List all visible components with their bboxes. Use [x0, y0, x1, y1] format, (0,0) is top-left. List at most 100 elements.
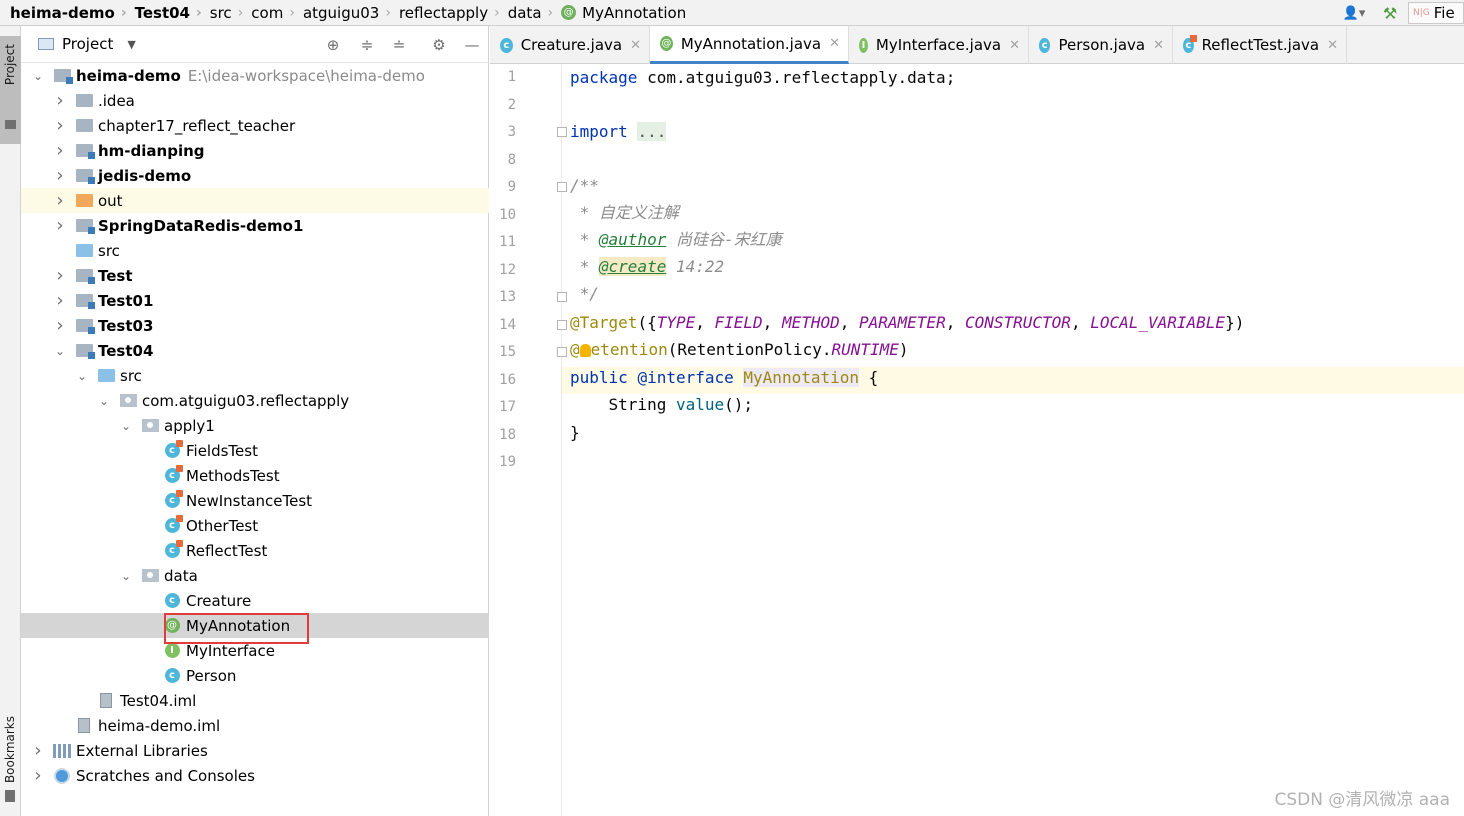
tree-item-jedis-demo[interactable]: › jedis-demo — [21, 163, 489, 188]
chevron-down-icon[interactable]: ⌄ — [119, 569, 133, 583]
user-icon[interactable]: 👤▾ — [1336, 0, 1372, 26]
tree-item-othertest[interactable]: c OtherTest — [21, 513, 489, 538]
tree-item-test[interactable]: › Test — [21, 263, 489, 288]
chevron-right-icon[interactable]: › — [31, 765, 45, 786]
tree-item-data[interactable]: ⌄ data — [21, 563, 489, 588]
annotation-icon: @ — [660, 36, 673, 51]
tree-item-reflecttest[interactable]: c ReflectTest — [21, 538, 489, 563]
close-icon[interactable]: ✕ — [630, 38, 641, 53]
tree-item-apply1[interactable]: ⌄ apply1 — [21, 413, 489, 438]
tab-creature-java[interactable]: c Creature.java ✕ — [490, 26, 650, 64]
tree-item-label: Test — [98, 266, 133, 285]
chevron-down-icon[interactable]: ⌄ — [119, 419, 133, 433]
tree-item-test03[interactable]: › Test03 — [21, 313, 489, 338]
collapse-all-icon[interactable]: ≐ — [389, 35, 409, 55]
folder-icon — [75, 118, 93, 134]
bookmark-icon — [5, 790, 15, 802]
code-line-16[interactable]: public @interface MyAnnotation { — [570, 364, 878, 391]
tree-item-chapter17-reflect-teacher[interactable]: › chapter17_reflect_teacher — [21, 113, 489, 138]
chevron-down-icon[interactable]: ⌄ — [75, 369, 89, 383]
tree-item-test01[interactable]: › Test01 — [21, 288, 489, 313]
chevron-right-icon[interactable]: › — [53, 90, 67, 111]
code-line-1[interactable]: package com.atguigu03.reflectapply.data; — [570, 64, 955, 91]
chevron-right-icon[interactable]: › — [53, 315, 67, 336]
breadcrumb-heima-demo[interactable]: heima-demo › — [0, 0, 127, 26]
locate-icon[interactable]: ⊕ — [323, 35, 343, 55]
tree-item-src[interactable]: ⌄ src — [21, 363, 489, 388]
breadcrumb-com[interactable]: com › — [243, 0, 295, 26]
chevron-right-icon[interactable]: › — [53, 115, 67, 136]
left-tool-strip: Project Bookmarks — [0, 26, 21, 816]
close-icon[interactable]: ✕ — [829, 36, 840, 51]
code-line-17[interactable]: String value(); — [570, 391, 754, 418]
tree-item-newinstancetest[interactable]: c NewInstanceTest — [21, 488, 489, 513]
code-line-12[interactable]: * @create 14:22 — [570, 253, 724, 280]
tree-item-hm-dianping[interactable]: › hm-dianping — [21, 138, 489, 163]
tab-myannotation-java[interactable]: @ MyAnnotation.java ✕ — [650, 26, 849, 64]
tree-item-fieldstest[interactable]: c FieldsTest — [21, 438, 489, 463]
tree-item-springdataredis-demo1[interactable]: › SpringDataRedis-demo1 — [21, 213, 489, 238]
chevron-right-icon[interactable]: › — [31, 740, 45, 761]
breadcrumb-test04[interactable]: Test04 › — [127, 0, 202, 26]
tree-item-test04[interactable]: ⌄ Test04 — [21, 338, 489, 363]
run-config-field[interactable]: N|G Fie — [1408, 2, 1464, 24]
tab-person-java[interactable]: c Person.java ✕ — [1029, 26, 1173, 64]
breadcrumb-atguigu03[interactable]: atguigu03 › — [295, 0, 391, 26]
chevron-down-icon[interactable]: ⌄ — [31, 69, 45, 83]
chevron-down-icon[interactable]: ⌄ — [97, 394, 111, 408]
chevron-right-icon[interactable]: › — [53, 265, 67, 286]
chevron-right-icon[interactable]: › — [53, 290, 67, 311]
fold-marker-icon[interactable] — [557, 319, 567, 330]
tab-reflecttest-java[interactable]: c ReflectTest.java ✕ — [1173, 26, 1347, 64]
code-line-9[interactable]: /** — [570, 172, 599, 199]
tree-item-src[interactable]: src — [21, 238, 489, 263]
lightbulb-icon[interactable] — [579, 344, 591, 357]
tree-item-com-atguigu03-reflectapply[interactable]: ⌄ com.atguigu03.reflectapply — [21, 388, 489, 413]
chevron-right-icon[interactable]: › — [53, 165, 67, 186]
folded-imports[interactable]: ... — [637, 122, 667, 141]
tree-item-methodstest[interactable]: c MethodsTest — [21, 463, 489, 488]
breadcrumb-data[interactable]: data › — [500, 0, 553, 26]
bookmarks-tool-tab[interactable]: Bookmarks — [0, 714, 21, 814]
tree-item--idea[interactable]: › .idea — [21, 88, 489, 113]
expand-all-icon[interactable]: ≑ — [357, 35, 377, 55]
code-line-10[interactable]: * 自定义注解 — [570, 199, 679, 226]
fold-marker-icon[interactable] — [557, 292, 567, 302]
tree-item-scratches-and-consoles[interactable]: › Scratches and Consoles — [21, 763, 489, 788]
code-line-15[interactable]: @ etention(RetentionPolicy.RUNTIME) — [570, 336, 909, 363]
tree-item-heima-demo-iml[interactable]: heima-demo.iml — [21, 713, 489, 738]
code-line-3[interactable]: import ... — [570, 118, 667, 145]
project-panel-title[interactable]: Project — [62, 35, 113, 53]
chevron-down-icon[interactable]: ⌄ — [53, 344, 67, 358]
tab-myinterface-java[interactable]: I MyInterface.java ✕ — [849, 26, 1029, 64]
close-icon[interactable]: ✕ — [1327, 38, 1338, 53]
breadcrumb-reflectapply[interactable]: reflectapply › — [391, 0, 500, 26]
breadcrumb-myannotation[interactable]: @ MyAnnotation — [553, 0, 686, 26]
gear-icon[interactable]: ⚙ — [429, 35, 449, 55]
close-icon[interactable]: ✕ — [1009, 38, 1020, 53]
tree-item-label: .idea — [98, 91, 135, 110]
tree-item-heima-demo[interactable]: ⌄ heima-demo E:\idea-workspace\heima-demo — [21, 63, 489, 88]
code-line-13[interactable]: */ — [570, 280, 599, 307]
code-line-11[interactable]: * @author 尚硅谷-宋红康 — [570, 226, 782, 253]
breadcrumb-src[interactable]: src › — [202, 0, 244, 26]
chevron-down-icon[interactable]: ▼ — [127, 38, 135, 51]
chevron-right-icon[interactable]: › — [53, 140, 67, 161]
fold-marker-icon[interactable] — [557, 182, 567, 192]
minimize-icon[interactable]: — — [462, 35, 482, 55]
tree-item-out[interactable]: › out — [21, 188, 489, 213]
tree-item-test04-iml[interactable]: Test04.iml — [21, 688, 489, 713]
tree-item-person[interactable]: c Person — [21, 663, 489, 688]
project-tool-tab[interactable]: Project — [0, 36, 21, 144]
tree-item-creature[interactable]: c Creature — [21, 588, 489, 613]
hammer-icon[interactable]: ⚒ — [1372, 0, 1408, 26]
code-line-14[interactable]: @Target({TYPE, FIELD, METHOD, PARAMETER,… — [570, 309, 1244, 336]
chevron-right-icon[interactable]: › — [53, 190, 67, 211]
tree-item-external-libraries[interactable]: › External Libraries — [21, 738, 489, 763]
fold-marker-icon[interactable] — [557, 347, 567, 357]
fold-marker-icon[interactable] — [557, 127, 567, 137]
code-line-18[interactable]: } — [570, 419, 580, 446]
close-icon[interactable]: ✕ — [1153, 38, 1164, 53]
module-folder-icon — [75, 343, 95, 359]
chevron-right-icon[interactable]: › — [53, 215, 67, 236]
